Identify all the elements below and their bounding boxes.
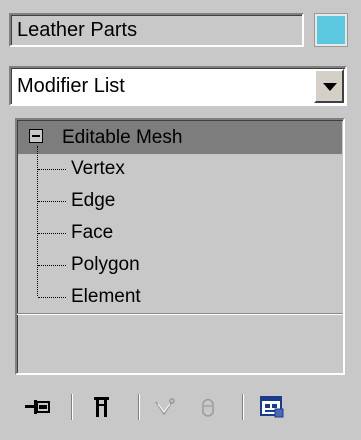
sub-object-vertex[interactable]: Vertex <box>38 154 298 184</box>
make-unique-button[interactable] <box>150 392 180 422</box>
object-color-swatch[interactable] <box>315 14 347 46</box>
collapse-toggle-icon[interactable] <box>29 129 43 143</box>
sub-object-label: Element <box>71 286 141 307</box>
tree-branch <box>38 233 66 234</box>
pin-stack-icon <box>25 400 50 414</box>
tree-branch <box>38 201 66 202</box>
sub-object-label: Polygon <box>71 254 140 275</box>
sub-object-face[interactable]: Face <box>38 218 298 248</box>
sub-object-edge[interactable]: Edge <box>38 186 298 216</box>
modifier-list-label: Modifier List <box>17 75 125 97</box>
make-unique-icon <box>155 398 175 416</box>
remove-modifier-icon <box>202 398 214 417</box>
modifier-stack-toolbar <box>15 388 345 428</box>
tree-branch <box>38 169 66 170</box>
remove-modifier-button[interactable] <box>193 392 223 422</box>
sub-object-polygon[interactable]: Polygon <box>38 250 298 280</box>
tree-branch <box>38 265 66 266</box>
sub-object-element[interactable]: Element <box>38 282 298 312</box>
modify-panel: Leather Parts Modifier List Editable Mes… <box>0 0 361 440</box>
show-end-result-icon <box>94 397 109 417</box>
tree-branch <box>38 297 66 298</box>
modifier-list-dropdown[interactable]: Modifier List <box>9 66 347 106</box>
toolbar-separator <box>71 394 73 420</box>
pin-stack-button[interactable] <box>23 392 53 422</box>
sub-object-label: Edge <box>71 190 116 211</box>
chevron-down-icon <box>323 83 337 91</box>
toolbar-separator <box>138 394 140 420</box>
object-name-field[interactable]: Leather Parts <box>9 13 304 47</box>
stack-divider <box>17 314 343 315</box>
stack-item-label: Editable Mesh <box>62 127 183 148</box>
modifier-list-dropdown-button[interactable] <box>314 69 344 103</box>
sub-object-label: Vertex <box>71 158 125 179</box>
modifier-stack[interactable]: Editable Mesh Vertex Edge Face Polygon E… <box>15 118 345 375</box>
configure-modifier-sets-button[interactable] <box>257 392 287 422</box>
sub-object-label: Face <box>71 222 114 243</box>
show-end-result-button[interactable] <box>88 392 118 422</box>
configure-modifier-sets-icon <box>260 396 284 418</box>
stack-item-editable-mesh[interactable]: Editable Mesh <box>18 121 342 154</box>
toolbar-separator <box>242 394 244 420</box>
